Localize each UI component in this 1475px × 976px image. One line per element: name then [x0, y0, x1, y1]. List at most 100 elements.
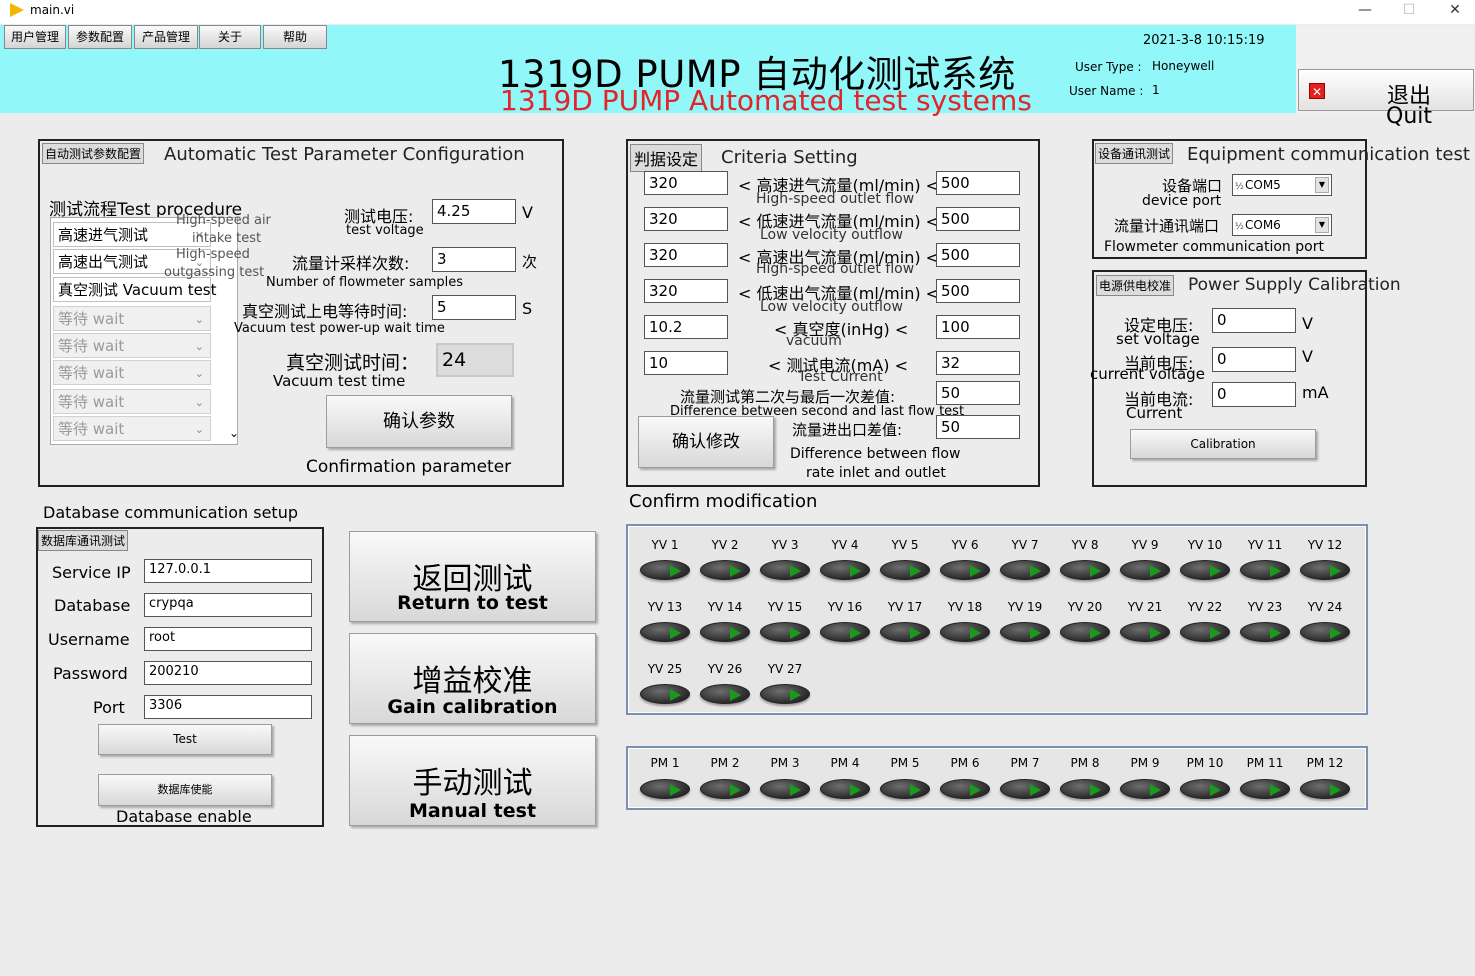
- valve-indicator[interactable]: [1000, 560, 1050, 580]
- db-service-ip-input[interactable]: 127.0.0.1: [144, 559, 312, 583]
- valve-indicator[interactable]: [1000, 622, 1050, 642]
- criteria-max-input[interactable]: 100: [936, 315, 1020, 339]
- valve-indicator[interactable]: [1120, 622, 1170, 642]
- criteria-min-input[interactable]: 320: [644, 171, 728, 195]
- confirm-modification-button[interactable]: 确认修改: [638, 416, 774, 468]
- valve-indicator[interactable]: [940, 622, 990, 642]
- wait-label-cn: 真空测试上电等待时间:: [242, 302, 408, 321]
- vacuum-time-display: 24: [436, 343, 514, 377]
- valve-indicator[interactable]: [760, 684, 810, 704]
- manual-test-button[interactable]: 手动测试 Manual test: [349, 735, 596, 826]
- procedure-item-disabled[interactable]: 等待 wait ⌄: [53, 360, 211, 385]
- valve-indicator[interactable]: [820, 560, 870, 580]
- criteria-max-input[interactable]: 500: [936, 171, 1020, 195]
- valve-indicator[interactable]: [640, 560, 690, 580]
- quit-label-en: Quit: [1386, 104, 1432, 129]
- pump-indicator[interactable]: [760, 779, 810, 799]
- valve-indicator[interactable]: [820, 622, 870, 642]
- valve-indicator[interactable]: [1060, 560, 1110, 580]
- pump-indicator[interactable]: [940, 779, 990, 799]
- pump-indicator[interactable]: [1180, 779, 1230, 799]
- valve-indicator[interactable]: [1300, 622, 1350, 642]
- pump-indicator[interactable]: [1000, 779, 1050, 799]
- wait-time-input[interactable]: 5: [432, 295, 516, 320]
- device-port-select[interactable]: ½ COM5 ▼: [1232, 174, 1332, 196]
- flow-port-select[interactable]: ½ COM6 ▼: [1232, 214, 1332, 236]
- maximize-button[interactable]: ☐: [1394, 2, 1424, 18]
- diff-input[interactable]: 50: [936, 381, 1020, 405]
- criteria-min-input[interactable]: 320: [644, 207, 728, 231]
- auto-config-tag: 自动测试参数配置: [42, 143, 145, 164]
- valve-indicator[interactable]: [1240, 622, 1290, 642]
- set-voltage-input[interactable]: 0: [1212, 308, 1296, 333]
- valve-indicator[interactable]: [1180, 622, 1230, 642]
- valve-indicator[interactable]: [700, 560, 750, 580]
- pump-indicator[interactable]: [1060, 779, 1110, 799]
- return-to-test-button[interactable]: 返回测试 Return to test: [349, 531, 596, 622]
- pump-indicator[interactable]: [1120, 779, 1170, 799]
- pump-indicator[interactable]: [700, 779, 750, 799]
- dropdown-arrow-icon[interactable]: ▼: [1315, 217, 1329, 233]
- criteria-min-input[interactable]: 10.2: [644, 315, 728, 339]
- valve-label: YV 10: [1187, 538, 1223, 552]
- pump-indicator[interactable]: [1300, 779, 1350, 799]
- inout-input[interactable]: 50: [936, 415, 1020, 439]
- valve-indicator[interactable]: [1300, 560, 1350, 580]
- gain-calibration-button[interactable]: 增益校准 Gain calibration: [349, 633, 596, 724]
- vacuum-time-label-en: Vacuum test time: [273, 372, 406, 390]
- menu-about[interactable]: 关于: [199, 25, 261, 49]
- voltage-input[interactable]: 4.25: [432, 199, 516, 224]
- valve-indicator[interactable]: [1120, 560, 1170, 580]
- criteria-max-input[interactable]: 500: [936, 279, 1020, 303]
- db-enable-button[interactable]: 数据库使能: [98, 774, 272, 806]
- db-database-input[interactable]: crypqa: [144, 593, 312, 617]
- minimize-button[interactable]: —: [1350, 2, 1380, 18]
- samples-input[interactable]: 3: [432, 247, 516, 272]
- database-section-title: Database communication setup: [43, 503, 298, 522]
- db-port-input[interactable]: 3306: [144, 695, 312, 719]
- procedure-item-disabled[interactable]: 等待 wait ⌄: [53, 333, 211, 358]
- pump-indicator[interactable]: [880, 779, 930, 799]
- calibration-button[interactable]: Calibration: [1130, 429, 1316, 459]
- pump-indicator[interactable]: [820, 779, 870, 799]
- procedure-item-disabled[interactable]: 等待 wait ⌄: [53, 416, 211, 441]
- db-password-input[interactable]: 200210: [144, 661, 312, 685]
- valve-indicator[interactable]: [760, 560, 810, 580]
- menu-help[interactable]: 帮助: [263, 25, 327, 49]
- db-username-input[interactable]: root: [144, 627, 312, 651]
- valve-indicator[interactable]: [880, 560, 930, 580]
- valve-label: YV 1: [651, 538, 679, 552]
- valve-indicator[interactable]: [700, 684, 750, 704]
- criteria-max-input[interactable]: 32: [936, 351, 1020, 375]
- user-type-value: Honeywell: [1152, 59, 1215, 73]
- menu-product-management[interactable]: 产品管理: [134, 25, 198, 49]
- valve-indicator[interactable]: [1180, 560, 1230, 580]
- procedure-item[interactable]: 真空测试 Vacuum test: [53, 277, 217, 302]
- valve-indicator[interactable]: [1060, 622, 1110, 642]
- confirm-parameter-button[interactable]: 确认参数: [326, 395, 512, 448]
- close-window-button[interactable]: ✕: [1440, 2, 1470, 18]
- pump-indicator[interactable]: [640, 779, 690, 799]
- valve-indicator[interactable]: [700, 622, 750, 642]
- auto-config-title: Automatic Test Parameter Configuration: [164, 144, 525, 165]
- db-test-button[interactable]: Test: [98, 724, 272, 755]
- menu-parameter-config[interactable]: 参数配置: [68, 25, 132, 49]
- valve-indicator[interactable]: [640, 684, 690, 704]
- pump-label: PM 4: [830, 756, 860, 770]
- menu-user-management[interactable]: 用户管理: [4, 25, 66, 49]
- valve-label: YV 3: [771, 538, 799, 552]
- pump-indicator[interactable]: [1240, 779, 1290, 799]
- criteria-max-input[interactable]: 500: [936, 207, 1020, 231]
- procedure-item-disabled[interactable]: 等待 wait ⌄: [53, 306, 211, 331]
- criteria-min-input[interactable]: 320: [644, 243, 728, 267]
- valve-indicator[interactable]: [1240, 560, 1290, 580]
- valve-indicator[interactable]: [640, 622, 690, 642]
- criteria-max-input[interactable]: 500: [936, 243, 1020, 267]
- dropdown-arrow-icon[interactable]: ▼: [1315, 177, 1329, 193]
- valve-indicator[interactable]: [940, 560, 990, 580]
- valve-indicator[interactable]: [880, 622, 930, 642]
- criteria-min-input[interactable]: 10: [644, 351, 728, 375]
- valve-indicator[interactable]: [760, 622, 810, 642]
- procedure-item-disabled[interactable]: 等待 wait ⌄: [53, 389, 211, 414]
- criteria-min-input[interactable]: 320: [644, 279, 728, 303]
